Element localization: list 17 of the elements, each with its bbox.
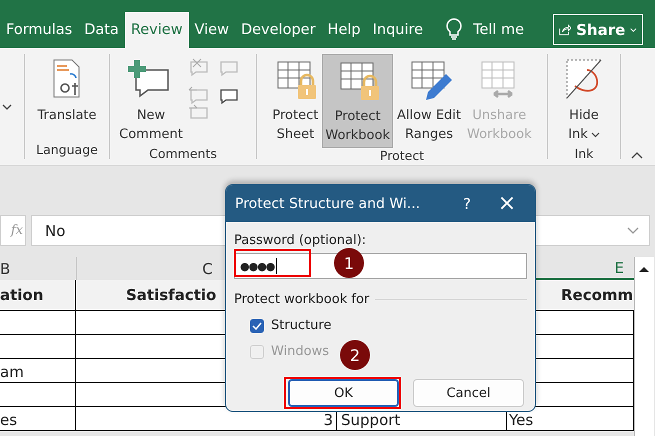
group-label: Protect	[380, 148, 424, 165]
checkbox-label: Windows	[271, 344, 330, 359]
table-header: Satisfactio	[126, 286, 216, 304]
group-label: Language	[36, 142, 98, 159]
dialog-title: Protect Structure and Wi...	[235, 196, 422, 212]
table-cell: am	[0, 363, 24, 381]
group-label: Comments	[149, 146, 217, 163]
group-label: Ink	[574, 146, 594, 163]
checkbox-label: Structure	[271, 318, 332, 333]
table-cell: Yes	[509, 411, 534, 429]
table-cell: Support	[341, 411, 400, 429]
table-cell: 3	[323, 411, 333, 429]
section-label: Protect workbook for	[234, 292, 370, 307]
table-header: ation	[0, 286, 44, 304]
table-cell: es	[0, 411, 18, 429]
table-header: Recomm	[561, 286, 634, 304]
password-label: Password (optional):	[234, 232, 368, 249]
